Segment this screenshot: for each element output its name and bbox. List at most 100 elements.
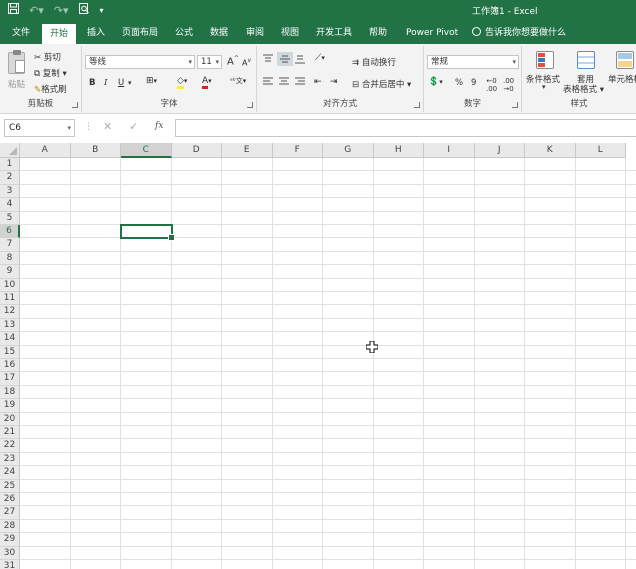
row-header-8[interactable]: 8 [0,251,20,266]
row-header-26[interactable]: 26 [0,493,20,507]
column-header-d[interactable]: D [171,143,222,158]
row-header-17[interactable]: 17 [0,372,20,386]
column-header-h[interactable]: H [373,143,424,158]
row-header-18[interactable]: 18 [0,385,20,400]
fill-color-icon[interactable]: ◇▾ [177,76,187,89]
cell-styles-button[interactable]: 单元格样 [608,49,636,93]
conditional-formatting-button[interactable]: 条件格式 ▾ [525,49,565,93]
underline-button[interactable]: U [118,78,124,88]
column-header-b[interactable]: B [70,143,121,158]
tab-view[interactable]: 视图 [273,22,307,44]
row-header-28[interactable]: 28 [0,519,20,534]
column-header-j[interactable]: J [474,143,525,158]
row-header-9[interactable]: 9 [0,265,20,279]
increase-indent-icon[interactable]: ⇥ [330,77,338,87]
font-name-dropdown[interactable]: 等线 [85,55,195,69]
grow-font-button[interactable]: A^ [227,55,239,67]
increase-decimal-icon[interactable]: ←0.00 [486,77,497,93]
align-top-icon[interactable] [262,54,274,67]
clipboard-launcher-icon[interactable] [72,102,78,108]
copy-button[interactable]: ⧉ 复制 ▾ [34,67,67,79]
formula-input[interactable] [175,119,636,137]
row-header-15[interactable]: 15 [0,345,20,359]
phonetic-guide-icon[interactable]: ᵃᵇ文▾ [230,76,246,86]
row-header-14[interactable]: 14 [0,332,20,346]
column-header-c[interactable]: C [121,143,172,158]
accounting-format-icon[interactable]: 💲▾ [428,77,443,87]
row-header-23[interactable]: 23 [0,452,20,467]
print-preview-icon[interactable] [78,3,90,19]
row-header-31[interactable]: 31 [0,560,20,569]
paste-button[interactable]: 粘贴 [6,50,28,92]
row-header-21[interactable]: 21 [0,426,20,440]
save-icon[interactable] [8,3,19,19]
tab-power-pivot[interactable]: Power Pivot [398,22,466,44]
tab-formulas[interactable]: 公式 [167,22,201,44]
decrease-indent-icon[interactable]: ⇤ [314,77,322,87]
name-box[interactable]: C6 [4,119,75,137]
tab-help[interactable]: 帮助 [361,22,395,44]
row-header-5[interactable]: 5 [0,211,20,225]
shrink-font-button[interactable]: Av [242,57,251,68]
row-header-30[interactable]: 30 [0,546,20,560]
tab-insert[interactable]: 插入 [79,22,113,44]
row-header-11[interactable]: 11 [0,292,20,306]
insert-function-icon[interactable]: fx [155,121,163,131]
customize-icon[interactable]: ▾ [100,3,104,19]
row-header-2[interactable]: 2 [0,171,20,185]
row-header-13[interactable]: 13 [0,318,20,333]
row-header-12[interactable]: 12 [0,305,20,319]
align-middle-icon[interactable] [277,52,293,66]
redo-icon[interactable]: ↷▾ [54,3,69,19]
row-header-29[interactable]: 29 [0,533,20,547]
enter-icon[interactable]: ✓ [129,120,138,133]
select-all-button[interactable] [0,143,20,158]
tab-page-layout[interactable]: 页面布局 [114,22,166,44]
wrap-text-button[interactable]: ⇉ 自动换行 [352,56,396,68]
row-header-10[interactable]: 10 [0,278,20,292]
tab-home[interactable]: 开始 [42,24,77,44]
number-launcher-icon[interactable] [512,102,518,108]
cut-button[interactable]: ✂ 剪切 [34,51,61,63]
row-header-19[interactable]: 19 [0,399,20,413]
font-size-dropdown[interactable]: 11 [197,55,222,69]
tab-data[interactable]: 数据 [202,22,236,44]
tell-me-search[interactable]: 告诉我你想要做什么 [472,22,566,44]
font-color-icon[interactable]: A▾ [202,76,212,89]
italic-button[interactable]: I [104,78,107,88]
font-launcher-icon[interactable] [247,102,253,108]
row-header-1[interactable]: 1 [0,158,20,172]
column-header-e[interactable]: E [222,143,273,158]
row-header-20[interactable]: 20 [0,412,20,426]
align-center-icon[interactable] [278,77,290,90]
row-header-24[interactable]: 24 [0,466,20,480]
column-header-f[interactable]: F [272,143,323,158]
row-header-25[interactable]: 25 [0,479,20,493]
tab-review[interactable]: 审阅 [238,22,272,44]
column-header-a[interactable]: A [20,143,71,158]
merge-center-button[interactable]: ⊟ 合并后居中 ▾ [352,78,411,90]
row-header-6[interactable]: 6 [0,225,20,239]
row-header-22[interactable]: 22 [0,439,20,453]
row-header-4[interactable]: 4 [0,198,20,212]
tab-developer[interactable]: 开发工具 [308,22,360,44]
row-header-7[interactable]: 7 [0,238,20,252]
undo-icon[interactable]: ↶▾ [29,3,44,19]
format-painter-button[interactable]: ✎格式刷 [34,83,67,95]
decrease-decimal-icon[interactable]: .00 →0 [503,77,514,93]
align-right-icon[interactable] [294,77,306,90]
row-header-3[interactable]: 3 [0,184,20,199]
bold-button[interactable]: B [89,78,95,88]
column-header-i[interactable]: I [424,143,475,158]
tab-file[interactable]: 文件 [4,22,38,44]
worksheet-grid[interactable]: A B C D E F G H I J K L 1 2 3 4 5 6 7 8 9 10 11 12 13 14 15 16 17 18 1… [0,143,636,569]
alignment-launcher-icon[interactable] [414,102,420,108]
format-as-table-button[interactable]: 套用 表格格式 ▾ [563,49,606,95]
active-cell[interactable] [120,224,174,242]
align-left-icon[interactable] [262,77,274,90]
cancel-icon[interactable]: ✕ [103,120,112,133]
column-header-g[interactable]: G [323,143,374,158]
number-format-dropdown[interactable]: 常规 [427,55,519,69]
row-header-16[interactable]: 16 [0,359,20,373]
column-header-l[interactable]: L [575,143,626,158]
